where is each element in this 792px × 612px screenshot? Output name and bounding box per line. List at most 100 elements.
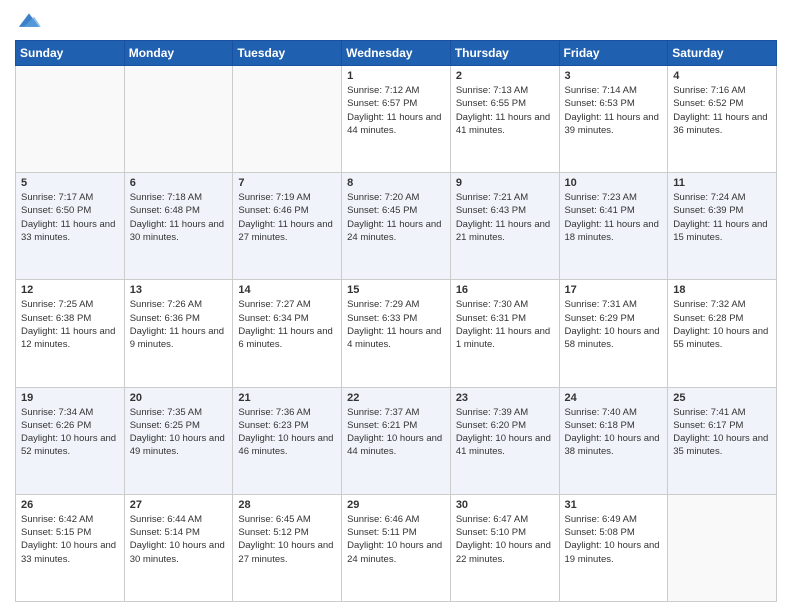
- day-info: Sunrise: 7:19 AM Sunset: 6:46 PM Dayligh…: [238, 191, 336, 244]
- week-row-4: 26Sunrise: 6:42 AM Sunset: 5:15 PM Dayli…: [16, 494, 777, 601]
- calendar-cell: 2 Sunrise: 7:13 AM Sunset: 6:55 PM Daylig…: [450, 66, 559, 173]
- day-number: 24: [565, 392, 663, 404]
- calendar-cell: 30 Sunrise: 6:47 AM Sunset: 5:10 PM Dayli…: [450, 494, 559, 601]
- calendar-cell: 29 Sunrise: 6:46 AM Sunset: 5:11 PM Dayli…: [342, 494, 451, 601]
- day-info: Sunrise: 7:18 AM Sunset: 6:48 PM Dayligh…: [130, 191, 228, 244]
- day-info: Sunrise: 7:41 AM Sunset: 6:17 PM Dayligh…: [673, 406, 771, 459]
- day-number: 11: [673, 177, 771, 189]
- week-row-0: 1 Sunrise: 7:12 AM Sunset: 6:57 PM Daylig…: [16, 66, 777, 173]
- day-number: 22: [347, 392, 445, 404]
- calendar-cell: [668, 494, 777, 601]
- calendar-cell: 1 Sunrise: 7:12 AM Sunset: 6:57 PM Daylig…: [342, 66, 451, 173]
- day-info: Sunrise: 6:47 AM Sunset: 5:10 PM Dayligh…: [456, 513, 554, 566]
- calendar-cell: 28Sunrise: 6:45 AM Sunset: 5:12 PM Dayli…: [233, 494, 342, 601]
- day-number: 9: [456, 177, 554, 189]
- day-number: 21: [238, 392, 336, 404]
- weekday-header-tuesday: Tuesday: [233, 41, 342, 66]
- day-info: Sunrise: 6:45 AM Sunset: 5:12 PM Dayligh…: [238, 513, 336, 566]
- day-info: Sunrise: 7:26 AM Sunset: 6:36 PM Dayligh…: [130, 298, 228, 351]
- calendar-cell: 27 Sunrise: 6:44 AM Sunset: 5:14 PM Dayli…: [124, 494, 233, 601]
- header: [15, 10, 777, 32]
- calendar-cell: 14 Sunrise: 7:27 AM Sunset: 6:34 PM Dayli…: [233, 280, 342, 387]
- calendar-cell: 7Sunrise: 7:19 AM Sunset: 6:46 PM Daylig…: [233, 173, 342, 280]
- calendar-cell: 25 Sunrise: 7:41 AM Sunset: 6:17 PM Dayli…: [668, 387, 777, 494]
- day-number: 15: [347, 284, 445, 296]
- day-info: Sunrise: 7:40 AM Sunset: 6:18 PM Dayligh…: [565, 406, 663, 459]
- calendar-cell: [16, 66, 125, 173]
- logo-icon: [15, 10, 43, 32]
- calendar-cell: 24 Sunrise: 7:40 AM Sunset: 6:18 PM Dayli…: [559, 387, 668, 494]
- weekday-header-sunday: Sunday: [16, 41, 125, 66]
- weekday-header-monday: Monday: [124, 41, 233, 66]
- day-number: 10: [565, 177, 663, 189]
- week-row-2: 12Sunrise: 7:25 AM Sunset: 6:38 PM Dayli…: [16, 280, 777, 387]
- day-info: Sunrise: 7:32 AM Sunset: 6:28 PM Dayligh…: [673, 298, 771, 351]
- calendar-cell: 15 Sunrise: 7:29 AM Sunset: 6:33 PM Dayli…: [342, 280, 451, 387]
- day-number: 29: [347, 499, 445, 511]
- day-number: 1: [347, 70, 445, 82]
- calendar-cell: 18Sunrise: 7:32 AM Sunset: 6:28 PM Dayli…: [668, 280, 777, 387]
- day-number: 3: [565, 70, 663, 82]
- day-number: 14: [238, 284, 336, 296]
- calendar-cell: 21 Sunrise: 7:36 AM Sunset: 6:23 PM Dayli…: [233, 387, 342, 494]
- calendar-cell: 8 Sunrise: 7:20 AM Sunset: 6:45 PM Daylig…: [342, 173, 451, 280]
- day-info: Sunrise: 7:17 AM Sunset: 6:50 PM Dayligh…: [21, 191, 119, 244]
- day-info: Sunrise: 7:13 AM Sunset: 6:55 PM Dayligh…: [456, 84, 554, 137]
- calendar-cell: 10 Sunrise: 7:23 AM Sunset: 6:41 PM Dayli…: [559, 173, 668, 280]
- day-number: 8: [347, 177, 445, 189]
- day-info: Sunrise: 6:46 AM Sunset: 5:11 PM Dayligh…: [347, 513, 445, 566]
- day-number: 2: [456, 70, 554, 82]
- day-number: 31: [565, 499, 663, 511]
- calendar-cell: 26Sunrise: 6:42 AM Sunset: 5:15 PM Dayli…: [16, 494, 125, 601]
- calendar-cell: 19 Sunrise: 7:34 AM Sunset: 6:26 PM Dayli…: [16, 387, 125, 494]
- day-info: Sunrise: 7:36 AM Sunset: 6:23 PM Dayligh…: [238, 406, 336, 459]
- day-info: Sunrise: 7:29 AM Sunset: 6:33 PM Dayligh…: [347, 298, 445, 351]
- weekday-header-saturday: Saturday: [668, 41, 777, 66]
- calendar-cell: 31 Sunrise: 6:49 AM Sunset: 5:08 PM Dayli…: [559, 494, 668, 601]
- calendar-cell: 12Sunrise: 7:25 AM Sunset: 6:38 PM Dayli…: [16, 280, 125, 387]
- calendar-cell: 17Sunrise: 7:31 AM Sunset: 6:29 PM Dayli…: [559, 280, 668, 387]
- day-info: Sunrise: 7:14 AM Sunset: 6:53 PM Dayligh…: [565, 84, 663, 137]
- page: SundayMondayTuesdayWednesdayThursdayFrid…: [0, 0, 792, 612]
- day-number: 27: [130, 499, 228, 511]
- day-info: Sunrise: 7:30 AM Sunset: 6:31 PM Dayligh…: [456, 298, 554, 351]
- week-row-3: 19 Sunrise: 7:34 AM Sunset: 6:26 PM Dayli…: [16, 387, 777, 494]
- weekday-header-thursday: Thursday: [450, 41, 559, 66]
- calendar-cell: 6Sunrise: 7:18 AM Sunset: 6:48 PM Daylig…: [124, 173, 233, 280]
- day-number: 23: [456, 392, 554, 404]
- day-info: Sunrise: 7:34 AM Sunset: 6:26 PM Dayligh…: [21, 406, 119, 459]
- calendar-cell: [233, 66, 342, 173]
- calendar-cell: 13Sunrise: 7:26 AM Sunset: 6:36 PM Dayli…: [124, 280, 233, 387]
- day-info: Sunrise: 6:49 AM Sunset: 5:08 PM Dayligh…: [565, 513, 663, 566]
- logo: [15, 10, 47, 32]
- calendar-cell: 16 Sunrise: 7:30 AM Sunset: 6:31 PM Dayli…: [450, 280, 559, 387]
- day-number: 30: [456, 499, 554, 511]
- day-info: Sunrise: 6:44 AM Sunset: 5:14 PM Dayligh…: [130, 513, 228, 566]
- day-number: 20: [130, 392, 228, 404]
- day-info: Sunrise: 7:12 AM Sunset: 6:57 PM Dayligh…: [347, 84, 445, 137]
- day-number: 17: [565, 284, 663, 296]
- day-info: Sunrise: 7:39 AM Sunset: 6:20 PM Dayligh…: [456, 406, 554, 459]
- calendar-cell: [124, 66, 233, 173]
- day-info: Sunrise: 7:27 AM Sunset: 6:34 PM Dayligh…: [238, 298, 336, 351]
- day-number: 16: [456, 284, 554, 296]
- day-info: Sunrise: 7:25 AM Sunset: 6:38 PM Dayligh…: [21, 298, 119, 351]
- day-info: Sunrise: 7:23 AM Sunset: 6:41 PM Dayligh…: [565, 191, 663, 244]
- day-number: 19: [21, 392, 119, 404]
- calendar-cell: 4 Sunrise: 7:16 AM Sunset: 6:52 PM Daylig…: [668, 66, 777, 173]
- calendar-cell: 11Sunrise: 7:24 AM Sunset: 6:39 PM Dayli…: [668, 173, 777, 280]
- day-number: 26: [21, 499, 119, 511]
- day-info: Sunrise: 7:20 AM Sunset: 6:45 PM Dayligh…: [347, 191, 445, 244]
- calendar-table: SundayMondayTuesdayWednesdayThursdayFrid…: [15, 40, 777, 602]
- day-info: Sunrise: 7:16 AM Sunset: 6:52 PM Dayligh…: [673, 84, 771, 137]
- calendar-cell: 23 Sunrise: 7:39 AM Sunset: 6:20 PM Dayli…: [450, 387, 559, 494]
- day-number: 4: [673, 70, 771, 82]
- day-info: Sunrise: 7:35 AM Sunset: 6:25 PM Dayligh…: [130, 406, 228, 459]
- day-number: 25: [673, 392, 771, 404]
- day-number: 5: [21, 177, 119, 189]
- weekday-header-wednesday: Wednesday: [342, 41, 451, 66]
- weekday-header-row: SundayMondayTuesdayWednesdayThursdayFrid…: [16, 41, 777, 66]
- calendar-cell: 9 Sunrise: 7:21 AM Sunset: 6:43 PM Daylig…: [450, 173, 559, 280]
- day-info: Sunrise: 7:21 AM Sunset: 6:43 PM Dayligh…: [456, 191, 554, 244]
- calendar-cell: 3 Sunrise: 7:14 AM Sunset: 6:53 PM Daylig…: [559, 66, 668, 173]
